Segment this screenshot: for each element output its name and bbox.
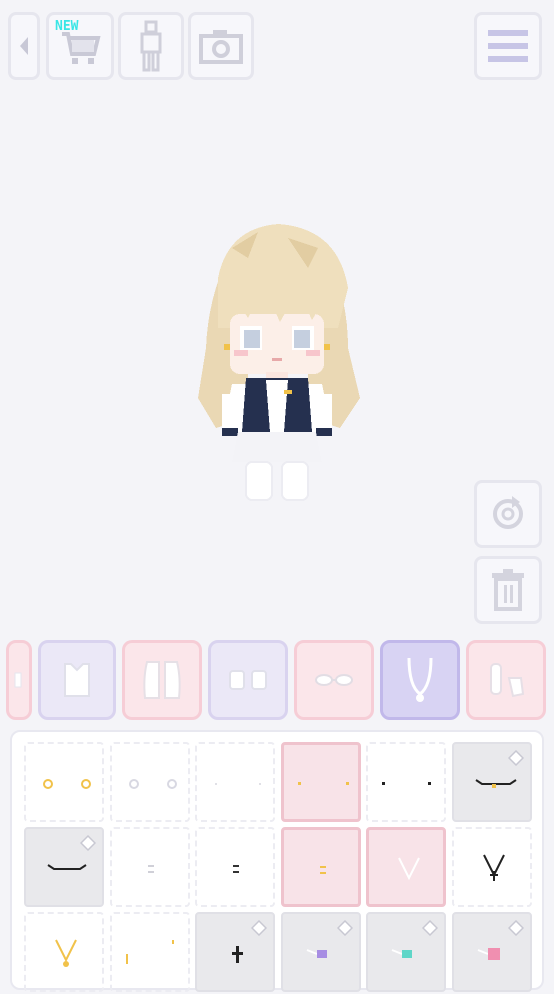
item-cell[interactable] xyxy=(280,742,361,822)
shop-button[interactable]: NEW xyxy=(46,12,114,80)
menu-icon xyxy=(488,30,528,62)
body-button[interactable] xyxy=(118,12,184,80)
category-jacket[interactable] xyxy=(122,640,202,720)
item-cell[interactable] xyxy=(195,912,275,992)
accessory-icon xyxy=(490,663,525,698)
trash-icon xyxy=(492,569,524,611)
character-avatar[interactable] xyxy=(188,218,368,508)
category-necklace[interactable] xyxy=(380,640,460,720)
item-preview-icon xyxy=(233,865,239,873)
item-preview-icon xyxy=(297,782,349,785)
top-icon xyxy=(64,663,90,697)
menu-button[interactable] xyxy=(474,12,542,80)
category-hat[interactable] xyxy=(6,640,32,720)
item-preview-icon xyxy=(55,939,77,967)
item-preview-icon xyxy=(147,865,154,873)
item-cell[interactable] xyxy=(24,742,104,822)
premium-diamond-icon xyxy=(507,920,524,936)
camera-button[interactable] xyxy=(188,12,254,80)
item-cell[interactable] xyxy=(195,827,275,907)
item-preview-icon xyxy=(215,783,261,785)
item-cell[interactable] xyxy=(366,742,446,822)
new-badge: NEW xyxy=(55,19,79,34)
back-button[interactable] xyxy=(8,12,40,80)
item-cell[interactable] xyxy=(109,742,190,822)
rotate-icon xyxy=(493,496,523,529)
jacket-icon xyxy=(143,661,181,699)
item-cell[interactable] xyxy=(280,912,361,992)
hat-icon xyxy=(14,672,22,688)
item-cell[interactable] xyxy=(195,742,275,822)
necklace-icon xyxy=(407,657,433,702)
item-cell[interactable] xyxy=(109,912,190,992)
item-preview-icon xyxy=(319,866,326,874)
premium-diamond-icon xyxy=(507,750,524,766)
premium-diamond-icon xyxy=(251,920,267,936)
body-icon xyxy=(140,20,162,72)
item-cell[interactable] xyxy=(451,827,532,907)
trash-button[interactable] xyxy=(474,556,542,624)
premium-diamond-icon xyxy=(422,920,438,936)
item-preview-icon xyxy=(482,854,505,881)
item-preview-icon xyxy=(125,940,174,964)
category-top[interactable] xyxy=(38,640,116,720)
item-cell[interactable] xyxy=(366,827,446,907)
category-socks[interactable] xyxy=(208,640,288,720)
item-cell[interactable] xyxy=(280,827,361,907)
item-preview-icon xyxy=(43,779,91,789)
category-accessory[interactable] xyxy=(466,640,546,720)
category-glasses[interactable] xyxy=(294,640,374,720)
premium-diamond-icon xyxy=(336,920,353,936)
item-cell[interactable] xyxy=(24,827,104,907)
item-preview-icon xyxy=(398,857,420,881)
item-cell[interactable] xyxy=(451,742,532,822)
socks-icon xyxy=(229,670,267,690)
premium-diamond-icon xyxy=(80,835,96,851)
camera-icon xyxy=(199,30,243,64)
rotate-button[interactable] xyxy=(474,480,542,548)
item-cell[interactable] xyxy=(109,827,190,907)
back-arrow-icon xyxy=(20,37,28,55)
glasses-icon xyxy=(315,674,353,686)
item-cell[interactable] xyxy=(24,912,104,992)
items-panel xyxy=(10,730,544,992)
item-preview-icon xyxy=(128,779,177,789)
item-cell[interactable] xyxy=(366,912,446,992)
item-preview-icon xyxy=(382,782,431,785)
item-cell[interactable] xyxy=(451,912,532,992)
